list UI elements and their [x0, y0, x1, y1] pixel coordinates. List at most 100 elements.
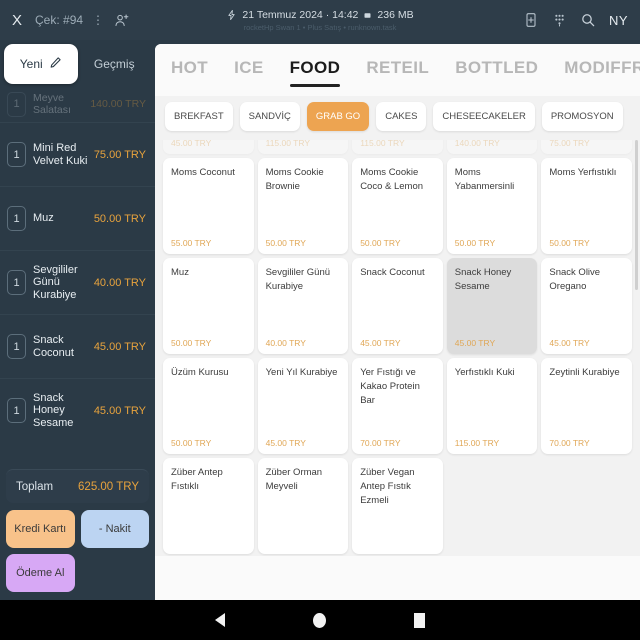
cart-row[interactable]: 1 Snack Honey Sesame 45.00 TRY	[0, 378, 155, 442]
cart-row[interactable]: 1 Snack Coconut 45.00 TRY	[0, 314, 155, 378]
catalog-panel: HOT ICE FOOD RETEIL BOTTLED MODIFFRES Ke…	[155, 44, 640, 600]
product-card[interactable]: Moms Coconut 55.00 TRY	[163, 158, 254, 254]
product-card[interactable]: Züber Vegan Antep Fıstık Ezmeli	[352, 458, 443, 554]
cart-item-price: 75.00 TRY	[93, 148, 146, 161]
tab-food[interactable]: FOOD	[289, 58, 341, 87]
product-name: Moms Coconut	[171, 167, 235, 178]
tab-ice[interactable]: ICE	[234, 58, 264, 82]
cart-item-name: Mini Red Velvet Kuki	[33, 141, 88, 167]
cart-qty[interactable]: 1	[7, 206, 26, 231]
cart-qty[interactable]: 1	[7, 334, 26, 359]
total-label: Toplam	[16, 480, 54, 493]
product-price: 50.00 TRY	[171, 438, 212, 448]
product-price: 50.00 TRY	[454, 238, 496, 248]
apps-grid-icon[interactable]	[552, 12, 567, 29]
cart-qty[interactable]: 1	[7, 398, 26, 423]
datetime-label: 21 Temmuz 2024 · 14:42	[242, 9, 359, 21]
product-name: Züber Orman Meyveli	[265, 467, 323, 492]
cart-row[interactable]: 1 Sevgililer Günü Kurabiye 40.00 TRY	[0, 250, 155, 314]
memory-icon	[363, 11, 372, 20]
take-payment-button[interactable]: Ödeme Al	[6, 554, 75, 592]
product-card[interactable]: Moms Cookie Brownie 50.00 TRY	[257, 158, 349, 254]
back-triangle-icon[interactable]	[215, 613, 225, 627]
add-person-icon[interactable]	[113, 12, 130, 29]
cart-qty[interactable]: 1	[7, 270, 26, 295]
product-card[interactable]: Snack Coconut 45.00 TRY	[352, 258, 443, 354]
product-price: 55.00 TRY	[171, 238, 212, 248]
sidebar-tabs: Yeni Geçmiş	[0, 40, 155, 84]
top-bar-left: X Çek: #94 ⋮	[8, 11, 130, 30]
product-card[interactable]: Züber Orman Meyveli	[257, 458, 349, 554]
product-name: Züber Vegan Antep Fıstık Ezmeli	[360, 467, 415, 506]
product-card[interactable]: Üzüm Kurusu 50.00 TRY	[163, 358, 254, 454]
product-card[interactable]: Yer Fıstığı ve Kakao Protein Bar 70.00 T…	[352, 358, 443, 454]
tab-modiffres[interactable]: MODIFFRES	[564, 58, 640, 82]
product-price: 45.00 TRY	[454, 338, 496, 348]
top-bar: X Çek: #94 ⋮ 21 Temmuz 2024 · 14:42 236 …	[0, 0, 640, 40]
credit-card-button[interactable]: Kredi Kartı	[6, 510, 75, 548]
cart-item-price: 45.00 TRY	[93, 340, 146, 353]
cart-item-price: 140.00 TRY	[90, 98, 146, 110]
cart-qty[interactable]: 1	[7, 142, 26, 167]
chip-brekfast[interactable]: BREKFAST	[165, 102, 233, 131]
product-card[interactable]: Muz 50.00 TRY	[163, 258, 254, 354]
tab-yeni[interactable]: Yeni	[4, 44, 78, 84]
tab-reteil[interactable]: RETEIL	[366, 58, 429, 82]
product-card[interactable]: Snack Olive Oregano 45.00 TRY	[541, 258, 632, 354]
payment-buttons: Kredi Kartı - Nakit Ödeme Al	[0, 503, 155, 600]
avatar[interactable]: NY	[609, 13, 628, 28]
chip-promosyon[interactable]: PROMOSYON	[541, 102, 623, 131]
cart-item-price: 50.00 TRY	[93, 212, 146, 225]
product-name: Moms Yabanmersinli	[454, 167, 515, 192]
grid-scrollbar[interactable]	[635, 140, 638, 290]
product-name: Snack Coconut	[360, 267, 425, 278]
add-to-device-icon[interactable]	[523, 12, 539, 28]
tab-hot[interactable]: HOT	[171, 58, 208, 82]
product-card[interactable]: Yeni Yıl Kurabiye 45.00 TRY	[257, 358, 349, 454]
cart-item-name: Muz	[33, 212, 54, 225]
product-card[interactable]: Sevgililer Günü Kurabiye 40.00 TRY	[257, 258, 349, 354]
tab-yeni-label: Yeni	[19, 57, 43, 71]
product-name: Moms Cookie Coco & Lemon	[360, 167, 424, 192]
product-grid-wrapper[interactable]: Kestane şekeri 45.00 TRY Karamelli Nane …	[155, 96, 640, 556]
chip-grab-go[interactable]: GRAB GO	[306, 102, 370, 131]
chip-cakes[interactable]: CAKES	[376, 102, 427, 131]
memory-label: 236 MB	[377, 9, 414, 21]
total-value: 625.00 TRY	[78, 480, 139, 493]
product-grid: Kestane şekeri 45.00 TRY Karamelli Nane …	[155, 96, 640, 554]
product-card[interactable]: Zeytinli Kurabiye 70.00 TRY	[541, 358, 632, 454]
cash-button[interactable]: - Nakit	[80, 510, 149, 548]
product-name: Moms Yerfıstıklı	[549, 167, 617, 178]
close-icon[interactable]: X	[8, 11, 26, 30]
check-number-label[interactable]: Çek: #94	[35, 13, 83, 27]
product-name: Yerfıstıklı Kuki	[454, 367, 515, 378]
tab-gecmis-label: Geçmiş	[93, 57, 135, 71]
cart-qty[interactable]: 1	[7, 91, 26, 117]
top-bar-right: NY	[523, 12, 632, 29]
product-price: 45.00 TRY	[549, 338, 590, 348]
recents-square-icon[interactable]	[414, 612, 425, 628]
product-price: 50.00 TRY	[549, 238, 590, 248]
product-price: 70.00 TRY	[360, 438, 401, 448]
product-card[interactable]: Moms Cookie Coco & Lemon 50.00 TRY	[352, 158, 443, 254]
home-circle-icon[interactable]	[313, 612, 326, 628]
product-name: Muz	[171, 267, 189, 278]
product-card[interactable]: Yerfıstıklı Kuki 115.00 TRY	[446, 358, 538, 454]
subcategory-chips: BREKFAST SANDVİÇ GRAB GO CAKES CHESEECAK…	[155, 96, 640, 140]
cart-row[interactable]: 1 Muz 50.00 TRY	[0, 186, 155, 250]
tab-gecmis[interactable]: Geçmiş	[78, 44, 152, 84]
cart-row[interactable]: 1 Mini Red Velvet Kuki 75.00 TRY	[0, 122, 155, 186]
product-price: 50.00 TRY	[360, 238, 401, 248]
cart-item-name: Meyve Salatası	[33, 91, 71, 116]
product-card[interactable]: Moms Yerfıstıklı 50.00 TRY	[541, 158, 632, 254]
product-card[interactable]: Snack Honey Sesame 45.00 TRY	[446, 258, 538, 354]
overflow-menu-icon[interactable]: ⋮	[92, 13, 104, 27]
search-icon[interactable]	[580, 12, 596, 28]
cart-row[interactable]: 1 Meyve Salatası 140.00 TRY	[0, 86, 155, 122]
cart-list[interactable]: 1 Meyve Salatası 140.00 TRY 1 Mini Red V…	[0, 84, 155, 465]
chip-sandvic[interactable]: SANDVİÇ	[239, 102, 300, 131]
tab-bottled[interactable]: BOTTLED	[455, 58, 538, 82]
product-card[interactable]: Moms Yabanmersinli 50.00 TRY	[446, 158, 538, 254]
chip-cheseecakeler[interactable]: CHESEECAKELER	[433, 102, 535, 131]
product-card[interactable]: Züber Antep Fıstıklı	[163, 458, 254, 554]
